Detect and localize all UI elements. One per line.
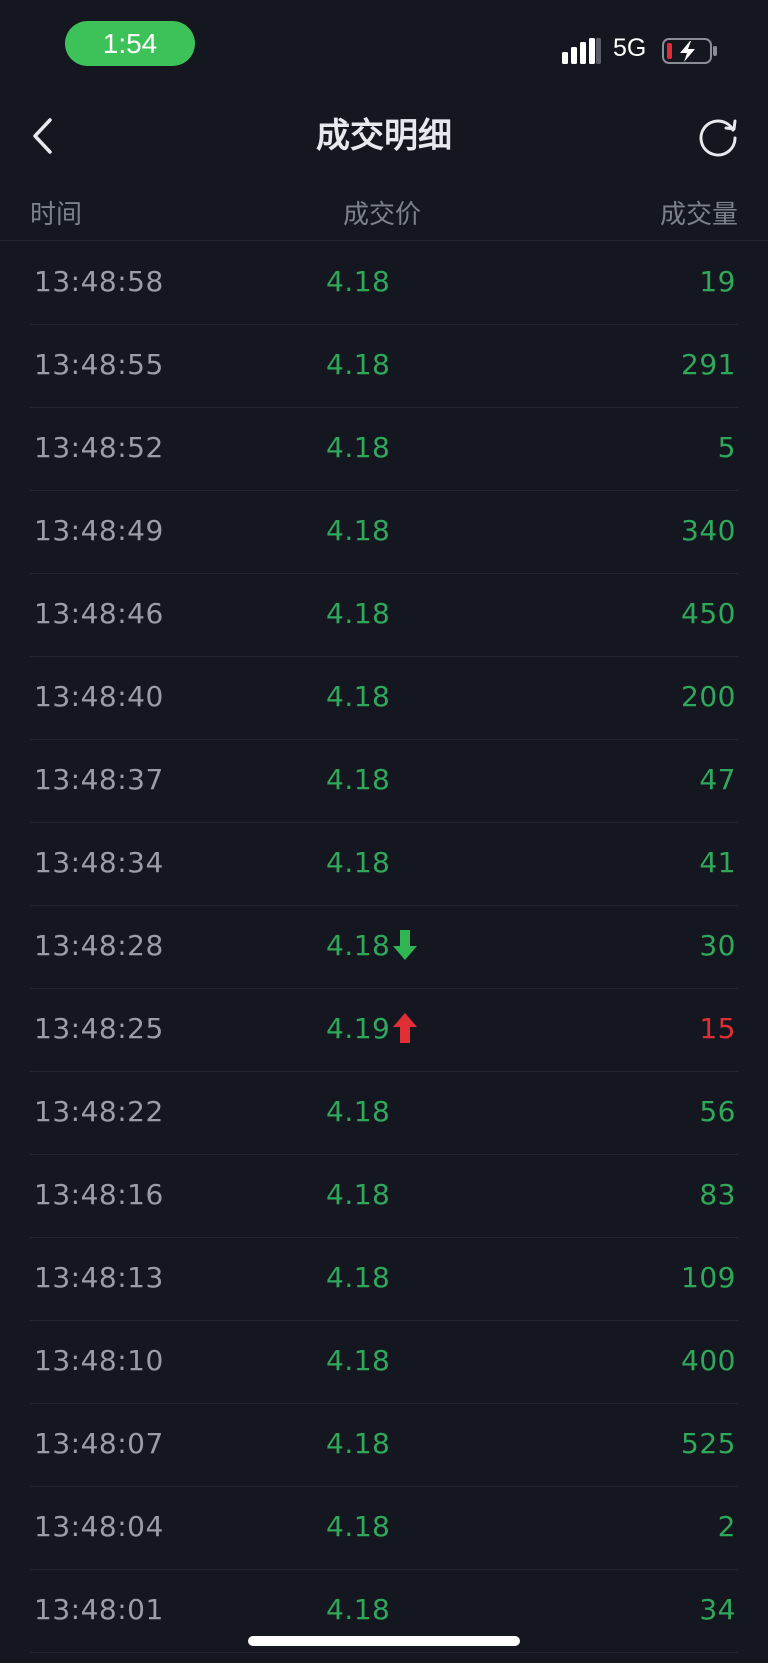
arrow-down-icon (393, 930, 417, 960)
column-price-header: 成交价 (343, 200, 422, 230)
cellular-signal-icon (562, 38, 601, 64)
column-header: 时间 成交价 成交量 (0, 190, 768, 241)
trade-time: 13:48:49 (34, 514, 164, 547)
trade-time: 13:48:28 (34, 929, 164, 962)
trade-volume: 19 (699, 265, 736, 298)
trade-price: 4.18 (326, 680, 391, 713)
trade-time: 13:48:46 (34, 597, 164, 630)
trade-volume: 291 (681, 348, 736, 381)
status-bar: 1:54 5G (0, 0, 768, 90)
chevron-left-icon (33, 118, 52, 154)
trade-volume: 400 (681, 1344, 736, 1377)
trade-volume: 109 (681, 1261, 736, 1294)
trade-price: 4.18 (326, 348, 391, 381)
battery-charging-icon (662, 38, 717, 64)
trade-volume: 340 (681, 514, 736, 547)
trade-price: 4.18 (326, 1261, 391, 1294)
trade-time: 13:48:16 (34, 1178, 164, 1211)
trade-volume: 56 (699, 1095, 736, 1128)
trade-time: 13:48:55 (34, 348, 164, 381)
trade-price: 4.18 (326, 1178, 391, 1211)
trade-volume: 15 (699, 1012, 736, 1045)
trade-price: 4.18 (326, 1427, 391, 1460)
status-time[interactable]: 1:54 (65, 21, 195, 66)
trade-volume: 450 (681, 597, 736, 630)
refresh-icon[interactable] (694, 114, 742, 162)
trade-row[interactable]: 13:48:55 4.18 291 (30, 325, 738, 408)
trade-row[interactable]: 13:48:07 4.18 525 (30, 1404, 738, 1487)
trade-price: 4.18 (326, 1344, 391, 1377)
trade-row[interactable]: 13:48:04 4.18 2 (30, 1487, 738, 1570)
trade-row[interactable]: 13:48:58 4.18 19 (30, 242, 738, 325)
trade-time: 13:48:10 (34, 1344, 164, 1377)
trade-time: 13:48:34 (34, 846, 164, 879)
trade-row[interactable]: 13:48:16 4.18 83 (30, 1155, 738, 1238)
trade-price: 4.18 (326, 763, 391, 796)
trade-volume: 200 (681, 680, 736, 713)
network-type-label: 5G (613, 34, 647, 62)
trade-time: 13:48:01 (34, 1593, 164, 1626)
arrow-up-icon (393, 1013, 417, 1043)
trade-time: 13:48:13 (34, 1261, 164, 1294)
trade-row[interactable]: 13:48:52 4.18 5 (30, 408, 738, 491)
trade-volume: 5 (717, 431, 736, 464)
back-button[interactable] (22, 112, 62, 160)
trade-row[interactable]: 13:48:37 4.18 47 (30, 740, 738, 823)
trade-price: 4.18 (326, 514, 391, 547)
trade-row[interactable]: 13:48:28 4.18 30 (30, 906, 738, 989)
trade-row[interactable]: 13:48:40 4.18 200 (30, 657, 738, 740)
trade-row[interactable]: 13:48:22 4.18 56 (30, 1072, 738, 1155)
trade-price: 4.18 (326, 1510, 391, 1543)
trade-price: 4.19 (326, 1012, 391, 1045)
trade-time: 13:48:37 (34, 763, 164, 796)
trade-time: 13:48:40 (34, 680, 164, 713)
trade-list[interactable]: 13:48:58 4.18 19 13:48:55 4.18 291 13:48:52 4.1… (0, 242, 768, 1653)
trade-volume: 34 (699, 1593, 736, 1626)
navigation-bar: 成交明细 (0, 100, 768, 172)
trade-time: 13:48:07 (34, 1427, 164, 1460)
trade-row[interactable]: 13:48:49 4.18 340 (30, 491, 738, 574)
trade-time: 13:48:25 (34, 1012, 164, 1045)
trade-volume: 47 (699, 763, 736, 796)
trade-price: 4.18 (326, 929, 391, 962)
home-indicator[interactable] (248, 1636, 520, 1646)
trade-price: 4.18 (326, 1095, 391, 1128)
trade-time: 13:48:58 (34, 265, 164, 298)
trade-price: 4.18 (326, 1593, 391, 1626)
page-title: 成交明细 (316, 116, 452, 156)
trade-volume: 83 (699, 1178, 736, 1211)
trade-volume: 525 (681, 1427, 736, 1460)
trade-volume: 2 (717, 1510, 736, 1543)
trade-time: 13:48:04 (34, 1510, 164, 1543)
trade-time: 13:48:52 (34, 431, 164, 464)
trade-price: 4.18 (326, 265, 391, 298)
trade-price: 4.18 (326, 846, 391, 879)
trade-volume: 30 (699, 929, 736, 962)
trade-time: 13:48:22 (34, 1095, 164, 1128)
trade-price: 4.18 (326, 597, 391, 630)
column-time-header: 时间 (30, 200, 83, 230)
trade-volume: 41 (699, 846, 736, 879)
trade-price: 4.18 (326, 431, 391, 464)
trade-row[interactable]: 13:48:46 4.18 450 (30, 574, 738, 657)
trade-row[interactable]: 13:48:10 4.18 400 (30, 1321, 738, 1404)
trade-row[interactable]: 13:48:25 4.19 15 (30, 989, 738, 1072)
trade-detail-screen: 1:54 5G 成交明细 时间 成交价 成交量 13:48:58 4.18 19… (0, 0, 768, 1663)
trade-row[interactable]: 13:48:34 4.18 41 (30, 823, 738, 906)
trade-row[interactable]: 13:48:13 4.18 109 (30, 1238, 738, 1321)
column-volume-header: 成交量 (659, 200, 738, 230)
